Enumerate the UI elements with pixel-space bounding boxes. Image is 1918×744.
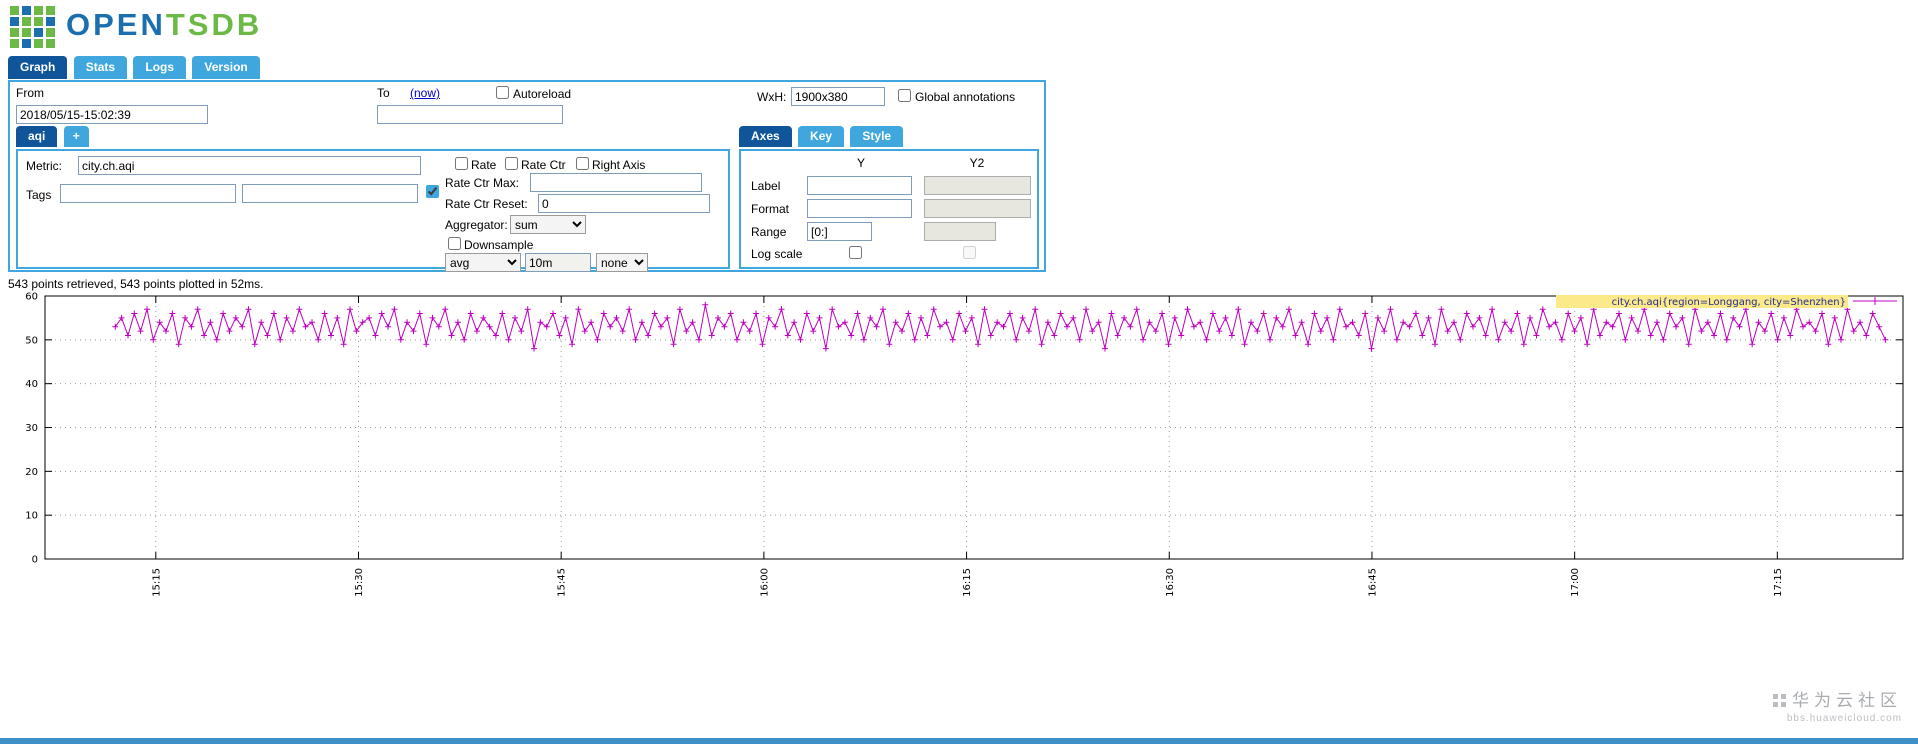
y2-label-input	[924, 176, 1031, 195]
tag-key-input[interactable]	[60, 184, 236, 203]
svg-text:17:15: 17:15	[1773, 568, 1784, 597]
global-annotations-label: Global annotations	[915, 90, 1016, 104]
svg-text:60: 60	[25, 292, 38, 303]
logo-open-text: OPEN	[66, 7, 166, 42]
huawei-cloud-grid-icon	[1773, 694, 1786, 707]
tab-metric-aqi[interactable]: aqi	[16, 126, 58, 147]
metric-tab-bar: aqi +	[16, 126, 92, 147]
svg-text:16:00: 16:00	[759, 568, 770, 597]
axis-y-column-header: Y	[856, 156, 865, 170]
right-axis-checkbox[interactable]	[576, 157, 589, 170]
downsample-label: Downsample	[464, 238, 534, 252]
aggregator-select[interactable]: sum	[510, 215, 586, 234]
opentsdb-page: OPENTSDB Graph Stats Logs Version From T…	[0, 0, 1918, 744]
axes-tab-bar: Axes Key Style	[739, 126, 906, 147]
svg-text:40: 40	[25, 379, 38, 390]
svg-text:17:00: 17:00	[1570, 568, 1581, 597]
rate-checkbox[interactable]	[455, 157, 468, 170]
svg-text:15:15: 15:15	[151, 568, 162, 597]
from-label: From	[16, 86, 44, 100]
to-input[interactable]	[377, 105, 563, 124]
y-range-input[interactable]	[807, 222, 872, 241]
wxh-label: WxH:	[757, 90, 787, 104]
from-input[interactable]	[16, 105, 208, 124]
svg-text:15:45: 15:45	[557, 568, 568, 597]
tab-graph[interactable]: Graph	[8, 56, 68, 79]
tags-group-checkbox[interactable]	[426, 185, 439, 198]
axis-y2-column-header: Y2	[969, 156, 985, 170]
metric-label: Metric:	[26, 159, 62, 173]
tab-version[interactable]: Version	[192, 56, 260, 79]
opentsdb-logo-grid-icon	[10, 6, 55, 48]
now-link[interactable]: (now)	[410, 86, 440, 100]
opentsdb-wordmark: OPENTSDB	[66, 7, 262, 43]
aggregator-label: Aggregator:	[445, 218, 508, 232]
tab-stats[interactable]: Stats	[73, 56, 128, 79]
downsample-fill-select[interactable]: none	[596, 253, 648, 272]
y-label-input[interactable]	[807, 176, 912, 195]
tags-label: Tags	[26, 188, 52, 202]
svg-text:16:15: 16:15	[962, 568, 973, 597]
rate-ctr-label: Rate Ctr	[521, 158, 566, 172]
right-axis-label: Right Axis	[592, 158, 646, 172]
log-scale-row-label: Log scale	[751, 247, 803, 261]
rate-ctr-checkbox[interactable]	[505, 157, 518, 170]
svg-text:30: 30	[25, 423, 38, 434]
svg-text:16:30: 16:30	[1165, 568, 1176, 597]
opentsdb-logo	[10, 6, 56, 51]
rate-ctr-max-label: Rate Ctr Max:	[445, 176, 520, 190]
logo-tsdb-text: TSDB	[165, 7, 263, 42]
y-log-scale-checkbox[interactable]	[849, 246, 862, 259]
query-form-panel: From To (now) Autoreload WxH: Global ann…	[8, 80, 1046, 272]
watermark-title: 华为云社区	[1792, 691, 1902, 710]
axis-label-row-label: Label	[751, 179, 781, 193]
tab-axes[interactable]: Axes	[739, 126, 792, 147]
y-format-input[interactable]	[807, 199, 912, 218]
svg-text:10: 10	[25, 511, 38, 522]
rate-ctr-reset-input[interactable]	[538, 194, 710, 213]
svg-text:15:30: 15:30	[354, 568, 365, 597]
svg-text:16:45: 16:45	[1367, 568, 1378, 597]
main-tab-bar: Graph Stats Logs Version	[8, 56, 263, 79]
downsample-agg-select[interactable]: avg	[445, 253, 521, 272]
rate-label: Rate	[471, 158, 497, 172]
metric-editor-box: Metric: Tags Rate Rate Ctr Right Axis Ra…	[16, 149, 730, 272]
tab-style[interactable]: Style	[850, 126, 904, 147]
svg-text:city.ch.aqi{region=Longgang, c: city.ch.aqi{region=Longgang, city=Shenzh…	[1612, 297, 1846, 308]
tab-key[interactable]: Key	[798, 126, 845, 147]
global-annotations-checkbox[interactable]	[898, 89, 911, 102]
y2-log-scale-checkbox	[963, 246, 976, 259]
tab-metric-add[interactable]: +	[63, 126, 89, 147]
rate-ctr-reset-label: Rate Ctr Reset:	[445, 197, 528, 211]
watermark-subtitle: bbs.huaweicloud.com	[1786, 713, 1902, 724]
timeseries-chart[interactable]: 0 10 20 30 40 50 60 15:15 15:30 15:45 16:00 16:15 16…	[0, 288, 1918, 623]
tag-value-input[interactable]	[242, 184, 418, 203]
rate-ctr-max-input[interactable]	[530, 173, 702, 192]
downsample-interval-input[interactable]	[525, 253, 591, 272]
tab-logs[interactable]: Logs	[133, 56, 187, 79]
bottom-divider	[0, 738, 1918, 744]
axes-editor-box: Y Y2 Label Format Range Log scale	[739, 149, 1039, 269]
y2-range-input	[924, 222, 996, 241]
axis-range-row-label: Range	[751, 225, 787, 239]
downsample-checkbox[interactable]	[448, 237, 461, 250]
metric-input[interactable]	[78, 156, 421, 175]
axis-format-row-label: Format	[751, 202, 790, 216]
wxh-input[interactable]	[791, 87, 885, 106]
svg-text:50: 50	[25, 335, 38, 346]
autoreload-label: Autoreload	[513, 87, 572, 101]
to-label: To	[377, 86, 390, 100]
y2-format-input	[924, 199, 1031, 218]
watermark: 华为云社区 bbs.huaweicloud.com	[1773, 686, 1902, 724]
svg-text:20: 20	[25, 467, 38, 478]
autoreload-checkbox[interactable]	[496, 86, 509, 99]
svg-text:0: 0	[32, 555, 38, 566]
